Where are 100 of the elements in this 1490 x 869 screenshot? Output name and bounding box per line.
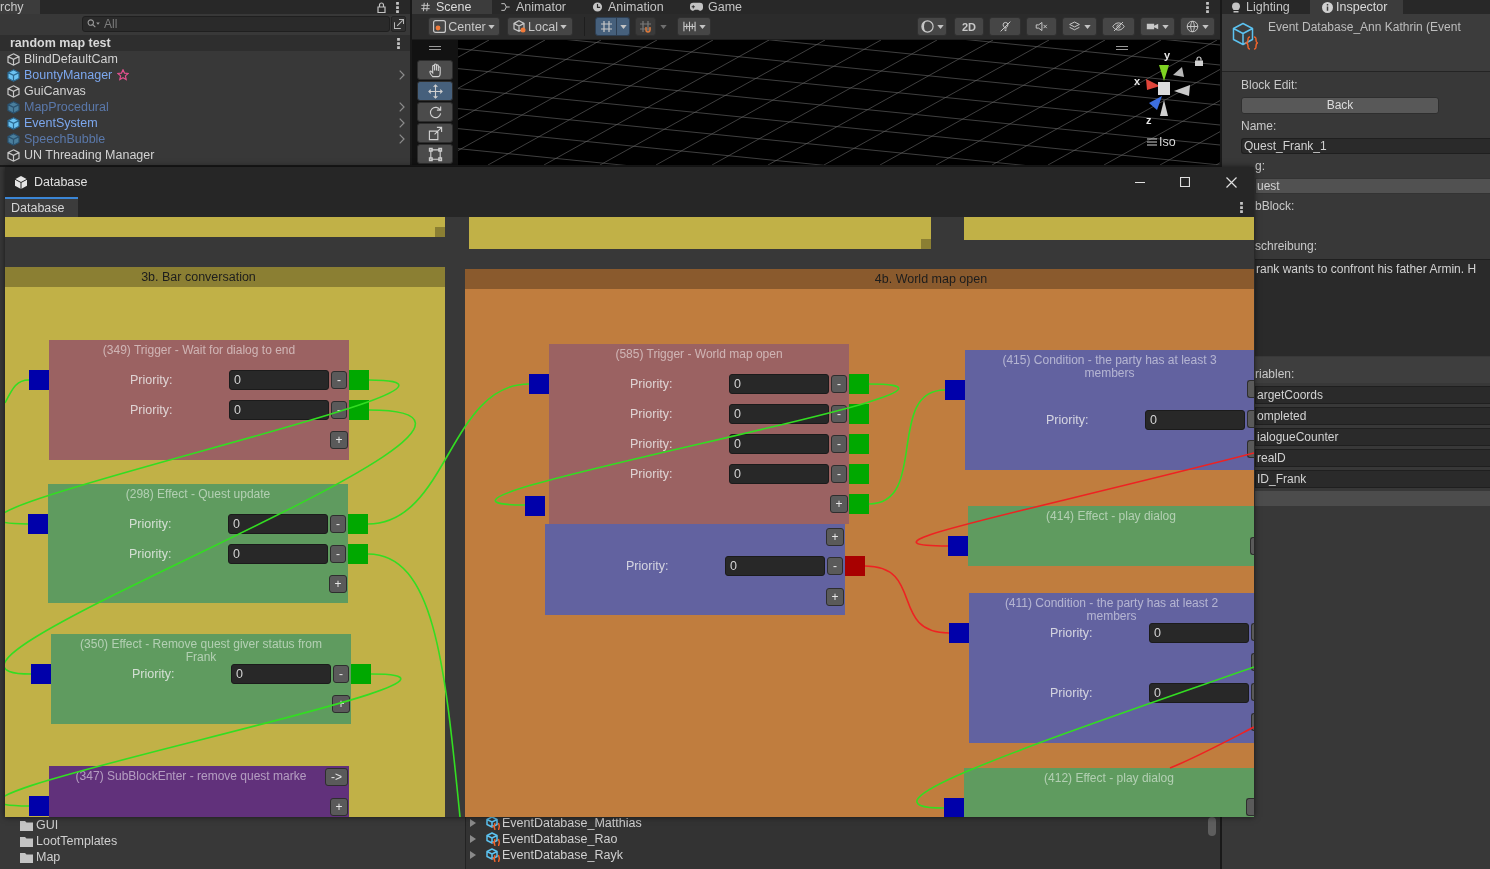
hierarchy-tab[interactable]: rchy [0,0,40,14]
scene-tab[interactable]: Animation [584,0,682,14]
effects-button[interactable] [1062,17,1097,36]
value-field[interactable]: 0 [729,434,829,454]
value-field[interactable]: 0 [729,374,829,394]
more-options-icon[interactable] [1240,201,1243,213]
more-options-icon[interactable] [1206,1,1209,13]
scene-tab[interactable]: Scene [412,0,492,14]
value-field[interactable]: 0 [1145,410,1245,430]
tag-dropdown[interactable]: uest [1255,178,1490,194]
cut-off-button[interactable] [1251,653,1254,671]
inspector-tab[interactable]: Inspector [1310,0,1403,14]
space-dropdown[interactable]: Local [507,17,573,36]
more-options-icon[interactable] [396,1,399,13]
pivot-dropdown[interactable]: Center [428,17,500,36]
object-name[interactable]: GuiCanvas [24,84,86,98]
folder-item[interactable]: LootTemplates [36,834,118,848]
folder-item[interactable]: Map [36,850,61,864]
object-name[interactable]: EventSystem [24,116,98,130]
enter-button[interactable]: -> [325,768,348,786]
more-options-icon[interactable] [397,37,400,49]
view-2d-button[interactable]: 2D [954,17,984,36]
graph-node[interactable]: (298) Effect - Quest update Priority: 0 - Priority: 0 - + [48,484,348,603]
chevron-right-icon[interactable] [399,70,405,80]
input-port[interactable] [949,623,969,643]
object-name[interactable]: UN Threading Manager [24,148,155,162]
close-icon[interactable] [1226,176,1237,188]
remove-button[interactable]: - [333,665,349,683]
back-button[interactable]: Back [1241,97,1439,114]
remove-button[interactable]: - [330,545,346,563]
input-port[interactable] [529,374,549,394]
value-field[interactable]: 0 [228,544,328,564]
input-port[interactable] [28,514,48,534]
remove-button[interactable]: - [331,371,347,389]
input-port[interactable] [31,664,51,684]
scene-tab[interactable]: Game [682,0,752,14]
value-field[interactable]: 0 [228,514,328,534]
tool-button[interactable] [417,102,453,122]
object-name[interactable]: BlindDefaultCam [24,52,118,66]
remove-button[interactable]: - [831,435,847,453]
remove-button[interactable]: - [827,557,843,575]
asset-item[interactable]: EventDatabase_Rayk [502,848,623,862]
window-tab[interactable]: Database [5,197,78,217]
graph-node[interactable]: (415) Condition - the party has at least 3 members Priority: 0 [965,350,1254,470]
audio-toggle-button[interactable] [1026,17,1057,36]
popout-button[interactable] [391,16,406,32]
graph-node[interactable]: (411) Condition - the party has at least 2 members Priority: 0 Priority: 0 [969,593,1254,743]
value-field[interactable]: 0 [1149,683,1249,703]
asset-item[interactable]: EventDatabase_Matthias [502,816,642,830]
folder-item[interactable]: GUI [36,818,59,832]
graph-node[interactable]: (349) Trigger - Wait for dialog to end Priority: 0 - Priority: 0 - + [49,340,349,460]
variable-field[interactable]: ompleted [1255,407,1490,425]
graph-node[interactable]: (347) SubBlockEnter - remove quest marke -> + [49,766,349,817]
shading-mode-button[interactable] [917,17,947,36]
group-title[interactable]: 3b. Bar conversation [5,267,445,287]
input-port[interactable] [29,796,49,816]
caret-icon[interactable] [660,24,667,29]
variable-field[interactable]: ID_Frank [1255,470,1490,488]
remove-button[interactable]: - [831,465,847,483]
variable-field[interactable]: argetCoords [1255,386,1490,404]
remove-button[interactable]: - [330,515,346,533]
tool-button[interactable] [417,60,453,80]
add-button[interactable]: + [826,588,844,606]
value-field[interactable]: 0 [729,404,829,424]
scene-name[interactable]: random map test [10,36,111,50]
graph-node[interactable]: + Priority: 0 - + [545,524,845,615]
variable-field[interactable]: ialogueCounter [1255,428,1490,446]
inspector-tab[interactable]: Lighting [1222,0,1308,14]
group-block[interactable] [465,269,1254,817]
value-field[interactable]: 0 [229,400,329,420]
minimize-icon[interactable] [1135,181,1145,183]
maximize-icon[interactable] [1180,177,1190,187]
add-button[interactable]: + [826,528,844,546]
input-port[interactable] [944,798,964,817]
lock-icon[interactable] [377,1,386,13]
axis-gizmo[interactable] [1146,64,1190,116]
tool-button[interactable] [417,123,453,143]
variable-field[interactable]: realD [1255,449,1490,467]
add-button[interactable]: + [830,495,848,513]
gizmos-button[interactable] [1180,17,1215,36]
tool-button[interactable] [417,81,453,101]
cut-off-button[interactable] [1251,713,1254,731]
scene-viewport[interactable]: y x z Iso [412,40,1220,165]
add-button[interactable]: + [329,575,347,593]
search-field[interactable]: All [82,16,390,32]
visibility-button[interactable] [1102,17,1135,36]
cut-off-button[interactable] [1247,440,1254,458]
value-field[interactable]: 0 [729,464,829,484]
value-field[interactable]: 0 [231,664,331,684]
input-port[interactable] [525,496,545,516]
group-block[interactable] [5,267,445,817]
scene-lighting-button[interactable] [989,17,1021,36]
grid-toggle-button[interactable] [595,17,617,36]
asset-item[interactable]: EventDatabase_Rao [502,832,618,846]
cut-off-button[interactable] [1250,537,1254,555]
grid-options-button[interactable] [617,17,630,36]
remove-button[interactable]: - [831,375,847,393]
input-port[interactable] [948,536,968,556]
lock-icon[interactable] [1195,56,1203,66]
drag-handle-icon[interactable] [1116,46,1128,50]
